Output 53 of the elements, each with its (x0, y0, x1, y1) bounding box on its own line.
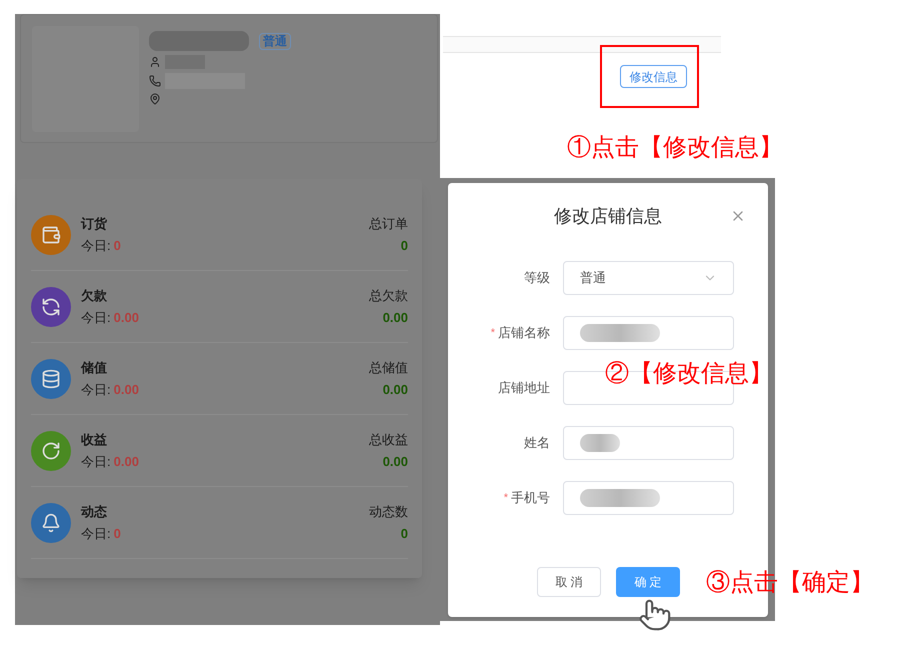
person-icon (149, 56, 161, 68)
edit-info-button[interactable]: 修改信息 (620, 65, 687, 88)
wallet-icon (41, 224, 61, 244)
total-label: 总储值 (369, 359, 408, 377)
total-label: 总收益 (369, 431, 408, 449)
total-value: 0.00 (382, 308, 408, 326)
bell-icon (41, 512, 61, 532)
stat-title: 收益 (81, 431, 108, 449)
level-badge: 普通 (259, 32, 291, 50)
cancel-button[interactable]: 取 消 (537, 567, 601, 597)
today-value: 0.00 (114, 380, 139, 398)
input-field[interactable] (563, 316, 734, 350)
dialog-title: 修改店铺信息 (554, 205, 662, 228)
required-asterisk: * (504, 490, 508, 506)
today-value: 0 (114, 236, 121, 254)
stat-title: 动态 (81, 503, 108, 521)
input-field[interactable] (563, 481, 734, 515)
total-label: 动态数 (369, 503, 408, 521)
stat-title: 订货 (81, 215, 108, 233)
field-label: 手机号 (511, 489, 550, 508)
field-label: 店铺名称 (498, 324, 550, 342)
today-value: 0 (114, 524, 121, 542)
total-label: 总欠款 (369, 287, 408, 305)
select-value: 普通 (580, 269, 606, 288)
field-label: 姓名 (524, 434, 550, 452)
today-label: 今日: (81, 308, 111, 326)
rotate-icon (41, 440, 61, 460)
total-value: 0 (400, 524, 408, 542)
today-label: 今日: (81, 380, 111, 398)
total-value: 0.00 (382, 452, 408, 470)
step-annotation: ②【修改信息】 (605, 362, 773, 386)
stat-title: 储值 (81, 359, 108, 377)
required-asterisk: * (490, 326, 495, 341)
step-annotation: ①点击【修改信息】 (567, 136, 783, 160)
today-label: 今日: (81, 236, 111, 254)
field-label: 店铺地址 (498, 379, 550, 398)
location-pin-icon (149, 93, 161, 105)
phone-icon (149, 75, 161, 87)
stat-title: 欠款 (81, 287, 108, 305)
total-label: 总订单 (369, 215, 408, 233)
total-value: 0.00 (382, 380, 408, 398)
total-value: 0 (400, 236, 408, 254)
refresh-icon (41, 296, 61, 316)
blurred-redaction (580, 434, 620, 452)
step-annotation: ③点击【确定】 (706, 571, 874, 595)
today-label: 今日: (81, 452, 111, 470)
level-select[interactable]: 普通 (563, 261, 734, 295)
field-label: 等级 (524, 269, 550, 288)
database-icon (41, 368, 61, 388)
input-field[interactable] (563, 426, 734, 460)
today-value: 0.00 (114, 308, 139, 326)
today-value: 0.00 (114, 452, 139, 470)
today-label: 今日: (81, 524, 111, 542)
